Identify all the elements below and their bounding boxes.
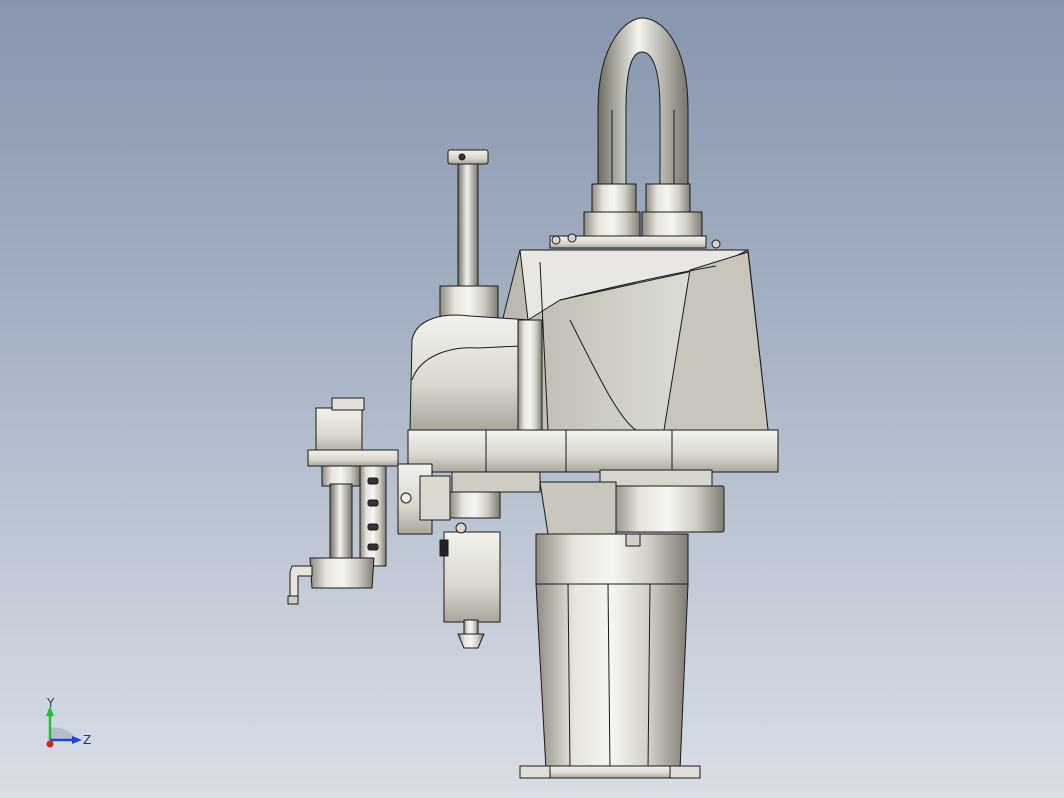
z-axis-arrow-icon	[72, 736, 82, 744]
ball-screw-shaft	[439, 149, 499, 319]
y-axis-label: Y	[47, 696, 55, 710]
z-axis-label: Z	[83, 733, 92, 747]
vacuum-module	[439, 522, 501, 649]
cad-viewport[interactable]: Y Z	[0, 0, 1064, 798]
hose-connectors	[549, 183, 721, 249]
robot-model[interactable]	[0, 0, 1064, 798]
x-axis-dot-icon	[46, 740, 54, 748]
arm-link	[409, 314, 543, 431]
cable-hose	[597, 17, 689, 191]
orientation-triad: Y Z	[38, 696, 102, 758]
